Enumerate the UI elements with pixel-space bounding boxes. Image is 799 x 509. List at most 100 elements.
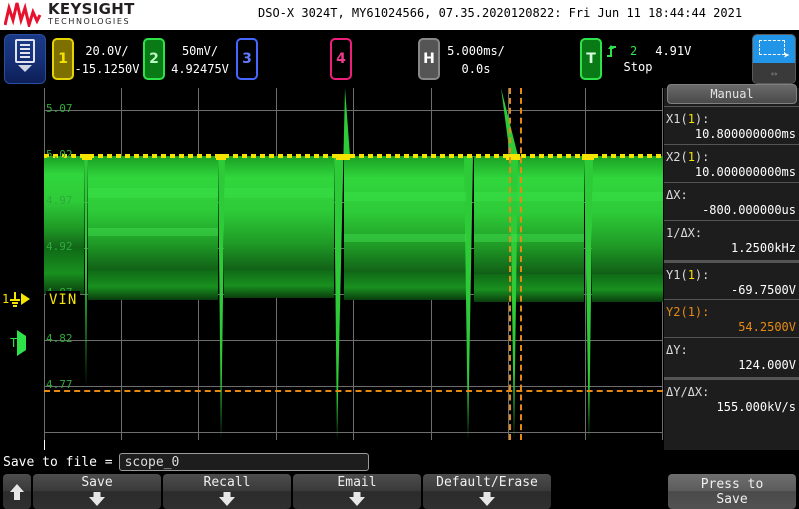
measurement-slope-key: ΔY/ΔX: [666, 385, 710, 399]
save-button[interactable]: Save [33, 474, 161, 509]
horizontal-badge-label: H [423, 51, 435, 67]
trigger-button[interactable]: T [580, 38, 602, 80]
measurement-inv-delta-x-value: 1.2500kHz [730, 241, 796, 255]
channel-4-number: 4 [336, 51, 346, 67]
channel-2-button[interactable]: 2 [143, 38, 165, 80]
horizontal-button[interactable]: H [418, 38, 440, 80]
measurement-x2-value: 10.000000000ms [694, 165, 796, 179]
save-to-file-label: Save to file = [3, 454, 113, 470]
measurement-slope-value: 155.000kV/s [716, 400, 796, 414]
chevron-down-icon [18, 65, 32, 72]
channel-2-offset: 4.92475V [171, 62, 229, 76]
channel-3-button[interactable]: 3 [236, 38, 258, 80]
trigger-level-marker[interactable]: T [10, 330, 27, 356]
y-axis-label-0: 5.07 [46, 102, 73, 115]
save-to-file-bar: Save to file = scope_0 [0, 450, 799, 474]
menu-button[interactable] [4, 34, 46, 84]
top-toolbar: 1 20.0V/ -15.1250V 2 50mV/ 4.92475V 3 4 … [0, 30, 799, 88]
measurement-y1-value: -69.7500V [730, 283, 796, 297]
channel-1-ground-marker[interactable]: 1 [2, 291, 31, 307]
cursor-y1[interactable] [44, 390, 663, 392]
horizontal-delay: 0.0s [461, 62, 491, 76]
measurement-y2-key: Y2(1): [666, 305, 710, 319]
channel-1-marker-number: 1 [2, 292, 10, 306]
measurement-x2[interactable]: X2(1): 10.000000000ms [664, 144, 799, 181]
app-header: KEYSIGHT TECHNOLOGIES DSO-X 3024T, MY610… [0, 0, 799, 30]
channel-1-pointer-icon [21, 293, 31, 305]
cursor-x1[interactable] [509, 88, 511, 440]
ground-symbol-icon [10, 292, 21, 307]
default-erase-button-label: Default/Erase [436, 475, 538, 490]
measurement-sidebar: Manual X1(1): 10.800000000ms X2(1): 10.0… [663, 84, 799, 450]
y-axis-label-5: 4.82 [46, 332, 73, 345]
measurement-x1-value: 10.800000000ms [694, 127, 796, 141]
waveform-pan-icon: ↔ [753, 63, 795, 83]
channel-2-settings[interactable]: 50mV/ 4.92475V [167, 42, 233, 78]
rising-edge-icon [607, 45, 616, 57]
down-arrow-icon [89, 492, 105, 506]
press-to-save-line2: Save [716, 492, 748, 507]
measurement-y1[interactable]: Y1(1): -69.7500V [664, 260, 799, 299]
y-axis-label-3: 4.92 [46, 240, 73, 253]
softkey-bar: Save Recall Email Default/Erase Press to… [0, 474, 799, 509]
measurement-y2-value: 54.2500V [738, 320, 796, 334]
measurement-delta-y[interactable]: ΔY: 124.000V [664, 337, 799, 374]
channel-1-number: 1 [58, 51, 68, 67]
y-axis-label-6: 4.77 [46, 378, 73, 391]
down-arrow-icon [479, 492, 495, 506]
measurement-y2[interactable]: Y2(1): 54.2500V [664, 299, 799, 336]
channel-3-number: 3 [242, 51, 252, 67]
selection-box-icon: ➤ [753, 35, 795, 63]
measurement-delta-y-value: 124.000V [738, 358, 796, 372]
keysight-logo: KEYSIGHT TECHNOLOGIES [4, 1, 135, 27]
acquisition-status: Stop [623, 60, 653, 74]
press-to-save-line1: Press to [700, 477, 764, 492]
measurement-slope[interactable]: ΔY/ΔX: 155.000kV/s [664, 377, 799, 416]
instrument-info: DSO-X 3024T, MY61024566, 07.35.202012082… [258, 6, 743, 20]
channel-1-offset: -15.1250V [74, 62, 140, 76]
measurement-inv-delta-x-key: 1/ΔX: [666, 226, 703, 240]
y-axis-label-1: 5.02 [46, 148, 73, 161]
measurement-delta-x[interactable]: ΔX: -800.000000us [664, 182, 799, 219]
down-arrow-icon [349, 492, 365, 506]
email-button-label: Email [337, 475, 377, 490]
down-arrow-icon [219, 492, 235, 506]
channel-4-button[interactable]: 4 [330, 38, 352, 80]
menu-document-icon [15, 39, 35, 63]
trigger-pointer-icon [17, 330, 27, 356]
cursor-mode-button[interactable]: Manual [667, 84, 797, 104]
measurement-delta-x-value: -800.000000us [702, 203, 796, 217]
recall-button-label: Recall [203, 475, 251, 490]
cursor-x2[interactable] [520, 88, 522, 440]
measurement-y1-key: Y1(1): [666, 268, 710, 282]
measurement-inv-delta-x[interactable]: 1/ΔX: 1.2500kHz [664, 220, 799, 257]
press-to-save-button[interactable]: Press to Save [668, 474, 796, 509]
measurement-delta-x-key: ΔX: [666, 188, 688, 202]
keysight-waveform-logo-icon [4, 2, 42, 27]
trigger-level: 4.91V [655, 44, 692, 58]
trigger-settings[interactable]: 2 4.91V Stop [606, 42, 716, 74]
navigate-up-button[interactable] [3, 474, 31, 509]
trigger-badge-label: T [586, 51, 596, 67]
waveform-display[interactable]: 5.07 5.02 4.97 4.92 4.87 4.82 4.77 1 VIN… [0, 88, 663, 450]
default-erase-button[interactable]: Default/Erase [423, 474, 551, 509]
waveform-trace-ch1 [44, 154, 663, 160]
plot-area[interactable] [44, 88, 663, 440]
file-name-input[interactable]: scope_0 [118, 453, 369, 471]
y-axis-label-2: 4.97 [46, 194, 73, 207]
channel-1-settings[interactable]: 20.0V/ -15.1250V [74, 42, 140, 78]
measurement-x2-key: X2(1): [666, 150, 710, 164]
measurement-x1[interactable]: X1(1): 10.800000000ms [664, 106, 799, 143]
channel-1-button[interactable]: 1 [52, 38, 74, 80]
horizontal-settings[interactable]: 5.000ms/ 0.0s [442, 42, 510, 78]
email-button[interactable]: Email [293, 474, 421, 509]
zoom-selection-tool-button[interactable]: ➤ ↔ [752, 34, 796, 84]
recall-button[interactable]: Recall [163, 474, 291, 509]
channel-1-scale: 20.0V/ [85, 44, 129, 58]
brand-name: KEYSIGHT [48, 0, 135, 18]
measurement-delta-y-key: ΔY: [666, 343, 688, 357]
channel-2-scale: 50mV/ [181, 44, 219, 58]
trigger-source: 2 [630, 44, 638, 58]
brand-tagline: TECHNOLOGIES [48, 17, 131, 26]
save-button-label: Save [81, 475, 113, 490]
